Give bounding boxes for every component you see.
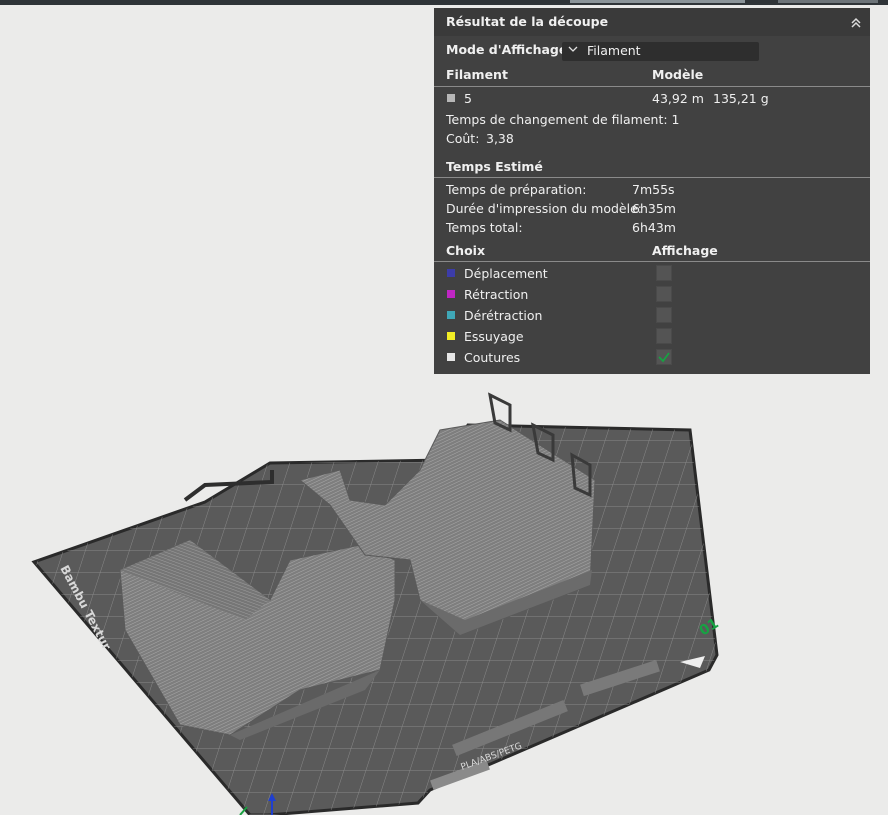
cost-value: 3,38 [486,131,514,146]
retraction-color-swatch [447,290,455,298]
divider [434,177,870,178]
filament-weight: 135,21 g [713,91,769,106]
chevron-down-icon [568,46,578,52]
prep-time-label: Temps de préparation: [446,182,587,197]
choice-column-header: Choix [446,243,486,258]
filament-id: 5 [464,91,472,106]
travel-color-swatch [447,269,455,277]
travel-visibility-checkbox[interactable] [656,265,672,281]
choice-label-retraction: Rétraction [464,287,529,302]
filament-column-header: Filament [446,67,508,82]
divider [434,261,870,262]
panel-title: Résultat de la découpe [446,14,609,29]
total-time-label: Temps total: [446,220,523,235]
choice-label-travel: Déplacement [464,266,548,281]
display-column-header: Affichage [652,243,718,258]
estimated-time-header: Temps Estimé [446,159,543,174]
filament-color-swatch [447,94,455,102]
choice-label-deretraction: Dérétraction [464,308,543,323]
seams-color-swatch [447,353,455,361]
print-time-value: 6h35m [632,201,676,216]
prep-time-value: 7m55s [632,182,675,197]
model-column-header: Modèle [652,67,704,82]
filament-change-time: Temps de changement de filament: 1 [446,112,680,127]
panel-header[interactable]: Résultat de la découpe [434,8,870,36]
seams-visibility-checkbox[interactable] [656,349,672,365]
cost-label: Coût: [446,131,480,146]
divider [434,86,870,87]
print-time-label: Durée d'impression du modèle: [446,201,642,216]
deretraction-visibility-checkbox[interactable] [656,307,672,323]
slice-result-panel: Résultat de la découpe Mode d'Affichage … [434,8,870,374]
wipe-color-swatch [447,332,455,340]
display-mode-value: Filament [587,43,641,58]
choice-label-seams: Coutures [464,350,521,365]
choice-label-wipe: Essuyage [464,329,524,344]
checkmark-icon [658,352,670,363]
total-time-value: 6h43m [632,220,676,235]
display-mode-select[interactable]: Filament [562,42,759,61]
deretraction-color-swatch [447,311,455,319]
filament-length: 43,92 m [652,91,704,106]
collapse-icon[interactable] [848,14,864,30]
display-mode-label: Mode d'Affichage [446,42,568,57]
retraction-visibility-checkbox[interactable] [656,286,672,302]
wipe-visibility-checkbox[interactable] [656,328,672,344]
